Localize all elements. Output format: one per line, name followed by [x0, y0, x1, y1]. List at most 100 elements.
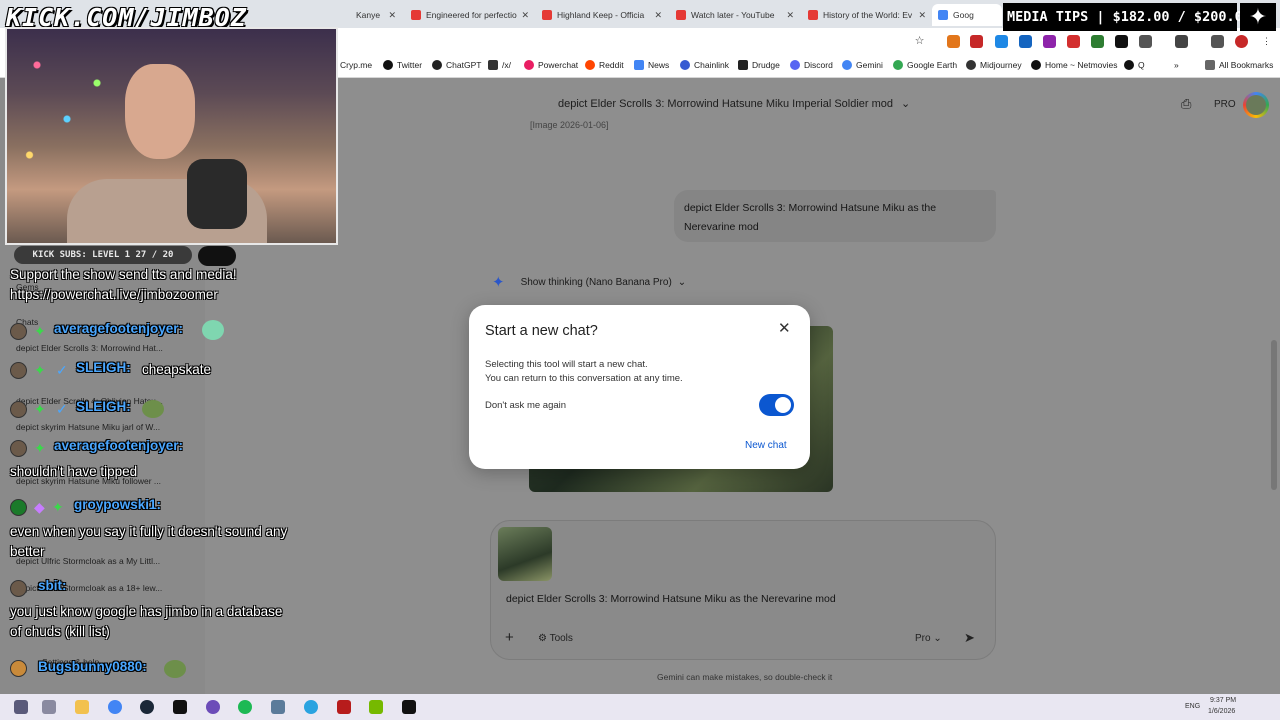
chat-message: https://powerchat.live/jimbozoomer: [10, 287, 218, 302]
bookmark-news[interactable]: News: [634, 60, 669, 70]
subs-speech-bubble-icon: [198, 246, 236, 266]
bookmark-star-icon[interactable]: ☆: [913, 35, 926, 48]
prompt-input-text[interactable]: depict Elder Scrolls 3: Morrowind Hatsun…: [506, 593, 836, 605]
sidebar-chat-item[interactable]: depict skyrim Hatsune Miku jarl of W...: [16, 422, 160, 432]
webcam-feed: [5, 27, 338, 245]
bookmark-x-board[interactable]: /x/: [488, 60, 511, 70]
conversation-title[interactable]: depict Elder Scrolls 3: Morrowind Hatsun…: [558, 97, 910, 111]
extension-badge-icon[interactable]: [970, 35, 983, 48]
app-icon[interactable]: [271, 700, 285, 714]
audio-extension-icon[interactable]: [1019, 35, 1032, 48]
chat-message: of chuds (kill list): [10, 624, 110, 639]
model-select[interactable]: Pro ⌄: [915, 633, 942, 644]
tab-kanye[interactable]: Kanye ✕: [350, 4, 400, 26]
chrome-icon[interactable]: [108, 700, 122, 714]
tools-button[interactable]: ⚙ Tools: [538, 633, 573, 644]
tab-highland-keep[interactable]: Highland Keep - Officia ✕: [536, 4, 666, 26]
chat-message: better: [10, 544, 45, 559]
new-chat-button[interactable]: New chat: [745, 440, 787, 451]
more-bookmarks-button[interactable]: »: [1174, 60, 1179, 70]
dont-ask-again-label: Don't ask me again: [485, 400, 567, 411]
tab-engineered[interactable]: Engineered for perfectio ✕: [405, 4, 533, 26]
file-explorer-icon[interactable]: [75, 700, 89, 714]
pepe-emote-icon: [164, 660, 186, 678]
chat-username: SLEIGH:: [76, 360, 131, 375]
attached-image-thumbnail[interactable]: [498, 527, 552, 581]
reading-list-icon[interactable]: [1211, 35, 1224, 48]
bookmark-q[interactable]: Q: [1124, 60, 1145, 70]
spotify-icon[interactable]: [238, 700, 252, 714]
tab-history-of-world[interactable]: History of the World: Ev ✕: [802, 4, 930, 26]
close-tab-icon[interactable]: ✕: [654, 10, 662, 21]
chat-avatar: [10, 401, 27, 418]
close-tab-icon[interactable]: ✕: [918, 10, 926, 21]
bookmark-discord[interactable]: Discord: [790, 60, 833, 70]
all-bookmarks-button[interactable]: All Bookmarks: [1205, 60, 1273, 70]
show-thinking-toggle[interactable]: ✦ Show thinking (Nano Banana Pro) ⌄: [492, 273, 686, 291]
tools-icon: ⚙: [538, 633, 550, 644]
chat-username: averagefootenjoyer:: [54, 321, 184, 336]
disclaimer-text: Gemini can make mistakes, so double-chec…: [657, 672, 833, 682]
profile-avatar-icon[interactable]: [1235, 35, 1248, 48]
close-tab-icon[interactable]: ✕: [388, 10, 396, 21]
page-scrollbar[interactable]: [1271, 340, 1277, 490]
bookmark-midjourney[interactable]: Midjourney: [966, 60, 1022, 70]
chat-message: cheapskate: [142, 362, 212, 377]
chat-avatar: [10, 499, 27, 516]
account-avatar[interactable]: [1243, 92, 1269, 118]
extension-icon[interactable]: [1067, 35, 1080, 48]
x-app-icon[interactable]: [402, 700, 416, 714]
gifter-badge-icon: ◆: [34, 499, 45, 515]
start-icon[interactable]: [14, 700, 28, 714]
send-button[interactable]: ➤: [964, 630, 975, 646]
media-control-icon[interactable]: [1175, 35, 1188, 48]
chat-message: Support the show send tts and media!: [10, 267, 237, 282]
browser-menu-icon[interactable]: ⋮: [1260, 35, 1273, 48]
tab-gemini[interactable]: Goog: [932, 4, 1002, 26]
discord-icon: [790, 60, 800, 70]
bookmark-chatgpt[interactable]: ChatGPT: [432, 60, 481, 70]
subs-goal-bar: KICK SUBS: LEVEL 1 27 / 20: [14, 246, 192, 264]
youtube-icon: [542, 10, 552, 20]
emote-icon: [202, 320, 224, 340]
chat-message: shouldn't have tipped: [10, 464, 138, 479]
clock-time[interactable]: 9:37 PM: [1210, 697, 1236, 704]
bookmark-google-earth[interactable]: Google Earth: [893, 60, 957, 70]
bookmark-gemini[interactable]: Gemini: [842, 60, 883, 70]
metamask-icon[interactable]: [947, 35, 960, 48]
extension-icon[interactable]: [1043, 35, 1056, 48]
close-tab-icon[interactable]: ✕: [521, 10, 529, 21]
language-indicator[interactable]: ENG: [1185, 703, 1200, 710]
bookmark-twitter[interactable]: Twitter: [383, 60, 422, 70]
extension-icon[interactable]: [1091, 35, 1104, 48]
telegram-icon[interactable]: [304, 700, 318, 714]
app-icon[interactable]: [337, 700, 351, 714]
drudge-icon: [738, 60, 748, 70]
add-attachment-button[interactable]: +: [505, 629, 514, 646]
nvidia-icon[interactable]: [369, 700, 383, 714]
share-icon[interactable]: ⎙: [1181, 96, 1191, 112]
extension-icon[interactable]: [995, 35, 1008, 48]
bookmark-chainlink[interactable]: Chainlink: [680, 60, 729, 70]
terminal-icon[interactable]: [173, 700, 187, 714]
sidebar-chat-item[interactable]: depict Elder Scrolls 3: Morrowind Hat...: [16, 343, 163, 353]
pepe-emote-icon: [142, 400, 164, 418]
bookmark-cryp[interactable]: Cryp.me: [340, 60, 372, 70]
steam-icon[interactable]: [140, 700, 154, 714]
chevron-down-icon: ⌄: [933, 633, 942, 644]
bookmark-netmovies[interactable]: Home ~ Netmovies: [1031, 60, 1118, 70]
midjourney-icon: [966, 60, 976, 70]
bookmark-powerchat[interactable]: Powerchat: [524, 60, 578, 70]
dont-ask-again-toggle[interactable]: [759, 394, 794, 416]
task-view-icon[interactable]: [42, 700, 56, 714]
bookmark-reddit[interactable]: Reddit: [585, 60, 624, 70]
bookmark-drudge[interactable]: Drudge: [738, 60, 780, 70]
clock-date[interactable]: 1/6/2026: [1208, 708, 1235, 715]
x-extension-icon[interactable]: [1115, 35, 1128, 48]
close-tab-icon[interactable]: ✕: [786, 10, 794, 21]
extensions-puzzle-icon[interactable]: [1139, 35, 1152, 48]
close-icon[interactable]: ✕: [778, 319, 791, 337]
grid-icon: [488, 60, 498, 70]
tab-watch-later[interactable]: Watch later - YouTube ✕: [670, 4, 798, 26]
obs-icon[interactable]: [206, 700, 220, 714]
